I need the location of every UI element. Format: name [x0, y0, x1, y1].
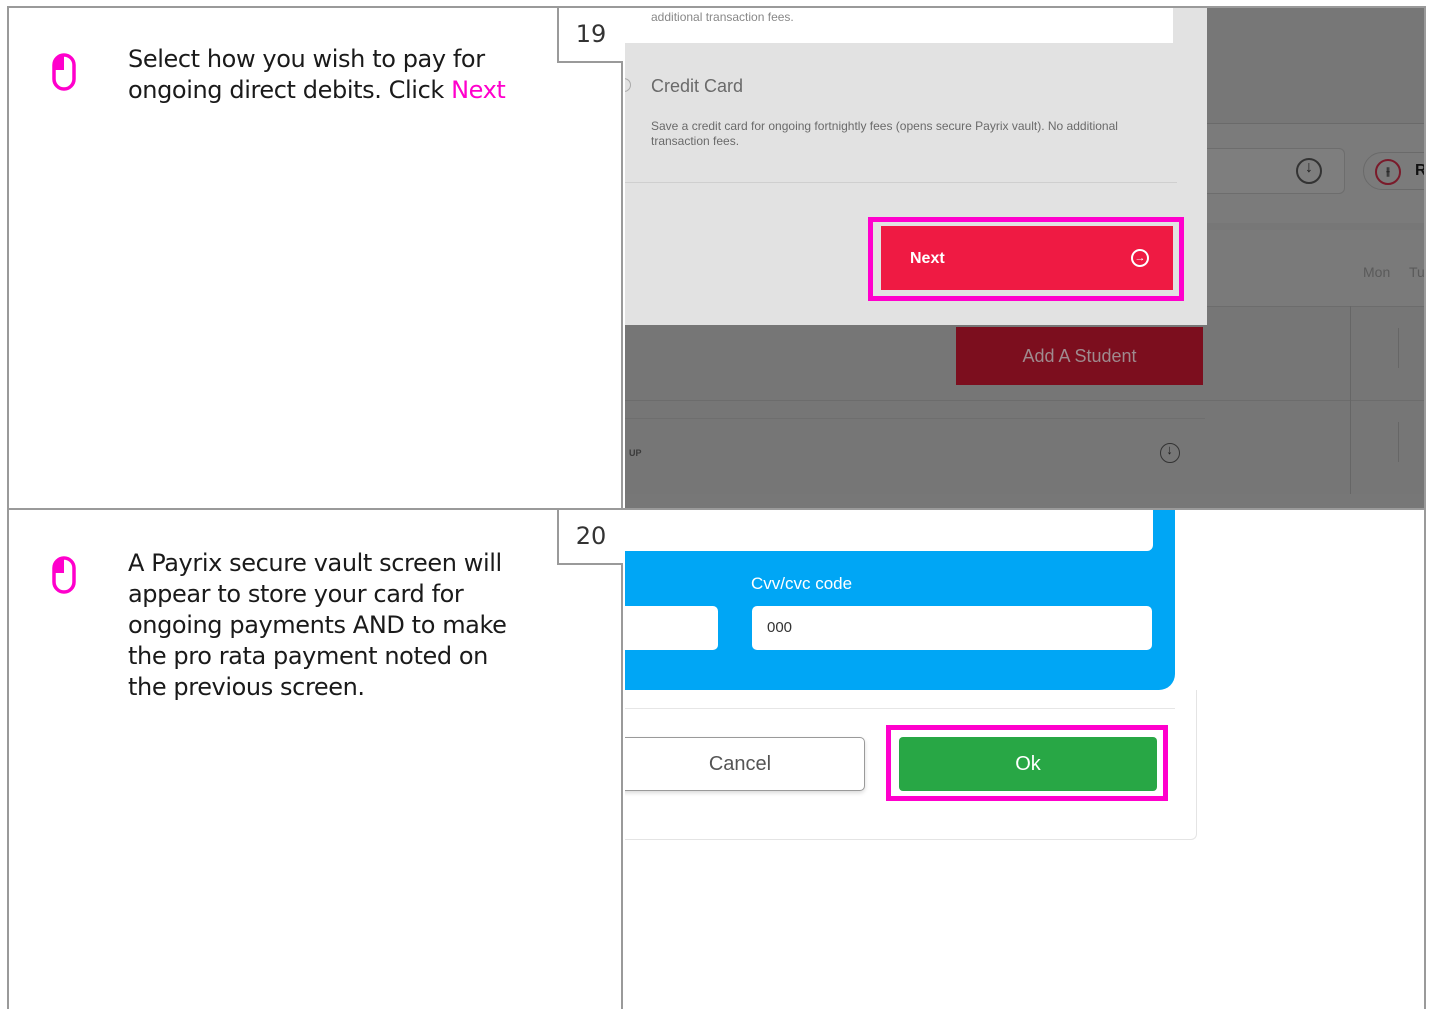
step-number: 19	[557, 8, 623, 63]
day-label-tue: Tu	[1409, 264, 1424, 280]
credit-card-option-description: Save a credit card for ongoing fortnight…	[651, 119, 1118, 148]
divider	[625, 182, 1177, 183]
instruction-text: A Payrix secure vault screen will appear…	[128, 549, 507, 701]
mouse-icon	[52, 53, 76, 91]
radio-button	[625, 78, 631, 92]
step-row-19: Select how you wish to pay for ongoing d…	[7, 6, 1426, 510]
cvv-value: 000	[767, 619, 793, 636]
screenshot-step-19: ⫲ Re Mon Tu Add A Student UP additional …	[625, 8, 1424, 508]
calendar-header	[1205, 230, 1424, 306]
cancel-button[interactable]: Cancel	[625, 737, 865, 791]
expiry-field[interactable]	[625, 606, 718, 650]
grid-line	[1398, 422, 1399, 462]
option-description-top: additional transaction fees.	[651, 10, 794, 24]
day-label-mon: Mon	[1363, 264, 1391, 280]
arrow-down-circle-icon	[1160, 442, 1180, 463]
payment-method-modal: additional transaction fees. Credit Card…	[625, 8, 1207, 325]
instruction-body: Select how you wish to pay for ongoing d…	[128, 45, 485, 104]
credit-card-option-title: Credit Card	[651, 76, 744, 96]
screenshot-step-20: Cvv/cvc code 000 Cancel Ok	[625, 510, 1424, 1009]
divider	[625, 708, 1175, 709]
card-field[interactable]	[625, 510, 1153, 551]
cvv-input[interactable]	[752, 606, 1152, 650]
grid-line	[1350, 306, 1351, 494]
group-row	[625, 418, 1205, 494]
filter-icon: ⫲	[1375, 159, 1401, 185]
arrow-circle-right-icon: →	[1131, 249, 1149, 267]
step-number: 20	[557, 510, 623, 565]
instruction-text: Select how you wish to pay for ongoing d…	[128, 44, 528, 106]
cvv-label: Cvv/cvc code	[751, 574, 853, 593]
ok-button[interactable]: Ok	[899, 737, 1157, 791]
group-label: UP	[629, 448, 642, 458]
add-student-button: Add A Student	[956, 327, 1203, 385]
instruction-cell: A Payrix secure vault screen will appear…	[9, 510, 623, 1009]
next-button-label: Next	[910, 250, 945, 267]
instruction-highlight: Next	[451, 76, 506, 104]
direct-debit-option: additional transaction fees.	[625, 8, 1173, 43]
filter-label: Re	[1415, 162, 1424, 180]
payrix-vault-form: Cvv/cvc code 000	[625, 510, 1175, 690]
instruction-cell: Select how you wish to pay for ongoing d…	[9, 8, 623, 508]
grid-line	[1398, 328, 1399, 368]
step-row-20: A Payrix secure vault screen will appear…	[7, 508, 1426, 1009]
arrow-down-circle-icon	[1296, 158, 1322, 184]
mouse-icon	[52, 556, 76, 594]
